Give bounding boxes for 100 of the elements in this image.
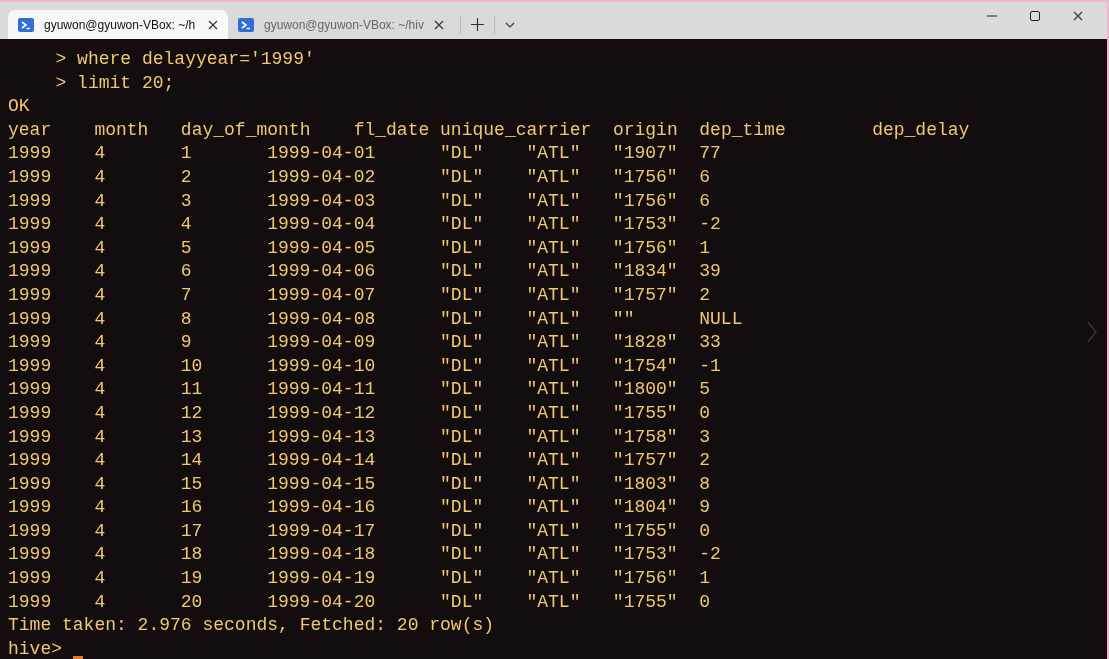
plus-icon[interactable]: [470, 18, 484, 31]
prompt-text: hive>: [8, 637, 62, 659]
table-cell: "1758": [612, 426, 678, 447]
table-cell: 1999-04-07: [267, 284, 376, 305]
table-cell: "DL": [440, 497, 484, 518]
table-cell: "ATL": [526, 237, 581, 258]
table-cell: -1: [699, 355, 721, 376]
table-cell: 4: [94, 520, 106, 541]
table-cell: "1804": [612, 497, 678, 518]
table-cell: 1999: [8, 190, 52, 211]
table-cell: "ATL": [526, 426, 581, 447]
table-cell: "ATL": [526, 308, 581, 329]
table-cell: "1753": [612, 544, 678, 565]
table-cell: "ATL": [526, 544, 581, 565]
table-cell: "DL": [440, 261, 484, 282]
table-cell: "DL": [440, 214, 484, 235]
table-cell: "1800": [612, 379, 678, 400]
table-cell: 1999-04-05: [267, 237, 376, 258]
table-cell: "DL": [440, 237, 484, 258]
table-cell: 4: [94, 426, 106, 447]
table-cell: 4: [94, 568, 106, 589]
table-cell: "ATL": [526, 143, 581, 164]
table-cell: 4: [94, 166, 106, 187]
table-cell: "ATL": [526, 214, 581, 235]
table-cell: "1907": [612, 143, 678, 164]
table-cell: 1999-04-08: [267, 308, 376, 329]
command-line: > where delayyear='1999': [54, 48, 315, 71]
table-cell: 15: [180, 473, 203, 494]
table-cell: "ATL": [526, 332, 581, 353]
table-cell: 4: [94, 332, 106, 353]
table-cell: 1999: [8, 497, 52, 518]
table-cell: 1999: [8, 591, 52, 612]
close-icon[interactable]: [1073, 10, 1083, 21]
chevron-down-icon[interactable]: [504, 21, 515, 28]
table-cell: 4: [94, 544, 106, 565]
close-icon[interactable]: [433, 19, 444, 30]
table-cell: 1999-04-13: [267, 426, 376, 447]
tab[interactable]: gyuwon@gyuwon-VBox: ~/h: [8, 10, 228, 39]
table-cell: 1999-04-10: [267, 355, 376, 376]
table-cell: 6: [180, 261, 192, 282]
table-cell: "ATL": [526, 591, 581, 612]
table-cell: 19: [180, 568, 203, 589]
table-cell: 0: [699, 591, 711, 612]
table-cell: 1999: [8, 544, 52, 565]
table-cell: 10: [180, 355, 203, 376]
table-cell: "1755": [612, 591, 678, 612]
table-cell: 1999: [8, 214, 52, 235]
table-cell: 1999-04-09: [267, 332, 376, 353]
table-cell: "ATL": [526, 284, 581, 305]
table-cell: 1999-04-18: [267, 544, 376, 565]
table-cell: 5: [180, 237, 192, 258]
table-cell: 3: [699, 426, 711, 447]
table-cell: 1: [699, 237, 711, 258]
table-cell: 1999-04-06: [267, 261, 376, 282]
table-cell: 0: [699, 520, 711, 541]
table-cell: 1999-04-20: [267, 591, 376, 612]
table-cell: -2: [699, 544, 721, 565]
table-cell: "DL": [440, 544, 484, 565]
table-cell: "DL": [440, 520, 484, 541]
minimize-icon[interactable]: [987, 14, 997, 17]
table-cell: 1999: [8, 261, 52, 282]
table-cell: 4: [94, 143, 106, 164]
status-text: OK: [8, 95, 30, 119]
table-cell: 12: [180, 402, 203, 423]
tab[interactable]: gyuwon@gyuwon-VBox: ~/hiv: [228, 10, 454, 39]
table-cell: 1999: [8, 284, 52, 305]
table-cell: 4: [94, 379, 106, 400]
table-cell: 1999: [8, 379, 52, 400]
table-cell: NULL: [699, 308, 743, 329]
maximize-icon[interactable]: [1030, 10, 1040, 21]
table-cell: 20: [180, 591, 203, 612]
table-cell: "ATL": [526, 261, 581, 282]
table-cell: 13: [180, 426, 203, 447]
table-cell: 33: [699, 332, 721, 353]
close-icon[interactable]: [208, 19, 218, 30]
table-cell: 1999-04-01: [267, 143, 376, 164]
table-cell: 4: [94, 284, 106, 305]
table-cell: "1755": [612, 520, 678, 541]
table-cell: "ATL": [526, 520, 581, 541]
table-cell: "1757": [612, 450, 678, 471]
table-cell: 8: [699, 473, 711, 494]
table-cell: 1: [180, 143, 192, 164]
table-cell: 18: [180, 544, 203, 565]
table-cell: 1999-04-15: [267, 473, 376, 494]
table-cell: 3: [180, 190, 192, 211]
table-cell: 1999-04-11: [267, 379, 376, 400]
table-cell: 4: [94, 402, 106, 423]
table-cell: 2: [180, 166, 192, 187]
table-cell: 16: [180, 497, 203, 518]
table-cell: "1756": [612, 166, 678, 187]
table-cell: 1999: [8, 426, 52, 447]
table-cell: "DL": [440, 591, 484, 612]
table-cell: 1999-04-19: [267, 568, 376, 589]
table-cell: 17: [180, 520, 203, 541]
table-cell: 1999: [8, 402, 52, 423]
table-cell: 4: [94, 308, 106, 329]
table-cell: 1999: [8, 308, 52, 329]
table-cell: "DL": [440, 332, 484, 353]
table-cell: 1999-04-14: [267, 450, 376, 471]
table-cell: 4: [94, 261, 106, 282]
